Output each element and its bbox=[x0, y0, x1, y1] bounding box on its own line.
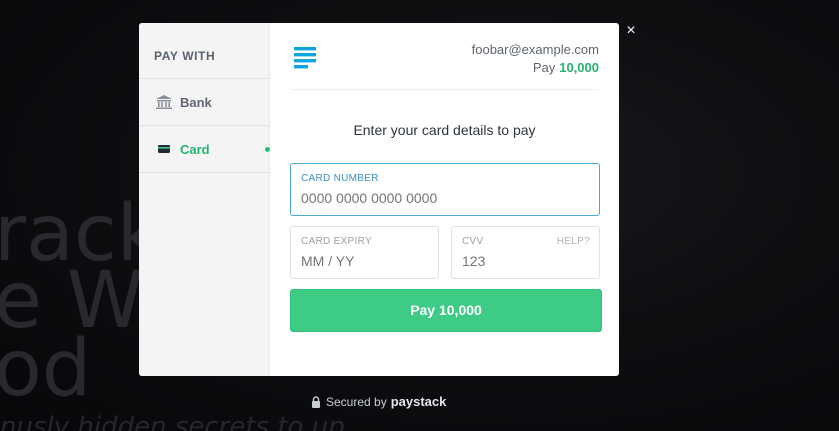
paystack-logo-icon bbox=[294, 47, 318, 69]
bank-icon bbox=[156, 95, 172, 109]
card-number-label: CARD NUMBER bbox=[301, 173, 379, 184]
customer-email: foobar@example.com bbox=[471, 42, 599, 57]
payment-header: foobar@example.com Pay 10,000 bbox=[290, 23, 599, 90]
method-bank-label: Bank bbox=[180, 94, 212, 110]
method-bank[interactable]: Bank bbox=[139, 79, 269, 126]
pay-with-title: PAY WITH bbox=[139, 23, 269, 79]
card-expiry-input[interactable] bbox=[301, 253, 419, 269]
amount-prefix: Pay bbox=[532, 60, 556, 75]
card-number-field[interactable]: CARD NUMBER bbox=[290, 163, 600, 216]
close-icon[interactable]: × bbox=[623, 22, 639, 40]
method-card-label: Card bbox=[180, 141, 210, 157]
lock-icon bbox=[311, 395, 321, 408]
cvv-help-link[interactable]: HELP? bbox=[557, 236, 590, 247]
amount-summary: Pay 10,000 bbox=[533, 60, 599, 75]
card-expiry-field[interactable]: CARD EXPIRY bbox=[290, 226, 439, 279]
payment-modal: PAY WITH Bank Card foobar@example.com Pa… bbox=[139, 23, 619, 376]
card-details-prompt: Enter your card details to pay bbox=[353, 122, 536, 138]
card-icon bbox=[156, 142, 172, 156]
method-card[interactable]: Card bbox=[139, 126, 270, 173]
pay-button[interactable]: Pay 10,000 bbox=[290, 289, 602, 332]
cvv-field[interactable]: CVV HELP? bbox=[451, 226, 600, 279]
payment-method-sidebar: PAY WITH Bank Card bbox=[139, 23, 270, 376]
paystack-brand: paystack bbox=[390, 394, 447, 409]
card-number-input[interactable] bbox=[301, 190, 548, 206]
amount-value: 10,000 bbox=[559, 60, 599, 75]
secured-by-text: Secured by bbox=[326, 394, 387, 409]
cvv-input[interactable] bbox=[462, 253, 580, 269]
secured-by-footer: Secured by paystack bbox=[311, 394, 446, 409]
card-expiry-label: CARD EXPIRY bbox=[301, 236, 372, 247]
cvv-label: CVV bbox=[462, 236, 484, 247]
payment-main: foobar@example.com Pay 10,000 Enter your … bbox=[270, 23, 619, 376]
